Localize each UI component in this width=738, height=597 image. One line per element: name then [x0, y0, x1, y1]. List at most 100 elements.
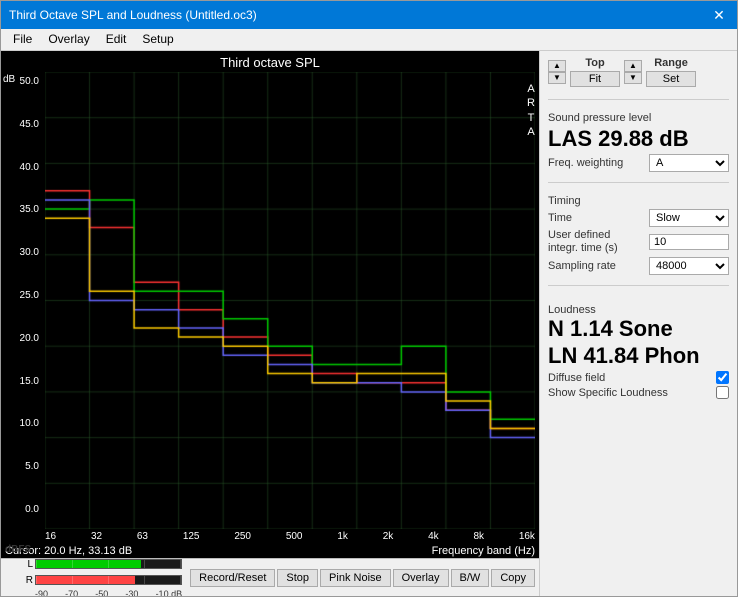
- y-label-5: 5.0: [3, 461, 43, 472]
- tick-30: -30: [125, 589, 138, 596]
- stop-button[interactable]: Stop: [277, 569, 318, 587]
- main-window: Third Octave SPL and Loudness (Untitled.…: [0, 0, 738, 597]
- y-label-0: 0.0: [3, 504, 43, 515]
- timing-section: Timing Time Slow Fast Impulse User defin…: [548, 191, 729, 277]
- x-label-1k: 1k: [337, 531, 348, 542]
- freq-weighting-row: Freq. weighting A C Z: [548, 154, 729, 172]
- tick-50: -50: [95, 589, 108, 596]
- sampling-rate-select[interactable]: 44100 48000 96000: [649, 257, 729, 275]
- range-down-button[interactable]: ▼: [624, 72, 642, 84]
- x-label-8k: 8k: [473, 531, 484, 542]
- record-reset-button[interactable]: Record/Reset: [190, 569, 275, 587]
- freq-weighting-label: Freq. weighting: [548, 157, 623, 169]
- level-row-r: R: [5, 573, 182, 587]
- level-bar-row: dBFS L: [1, 558, 539, 596]
- r-label: R: [5, 575, 33, 586]
- x-label-16: 16: [45, 531, 56, 542]
- top-up-button[interactable]: ▲: [548, 60, 566, 72]
- y-axis: dB 50.0 45.0 40.0 35.0 30.0 25.0 20.0 15…: [1, 72, 45, 529]
- spl-value: LAS 29.88 dB: [548, 126, 729, 152]
- user-defined-input[interactable]: [649, 234, 729, 250]
- main-content: Third octave SPL dB 50.0 45.0 40.0 35.0 …: [1, 51, 737, 596]
- y-label-40: 40.0: [3, 162, 43, 173]
- chart-canvas-wrapper: dB 50.0 45.0 40.0 35.0 30.0 25.0 20.0 15…: [1, 72, 539, 529]
- fit-button[interactable]: Fit: [570, 71, 620, 87]
- diffuse-field-checkbox[interactable]: [716, 371, 729, 384]
- divider-3: [548, 285, 729, 286]
- show-specific-label: Show Specific Loudness: [548, 387, 668, 399]
- y-label-20: 20.0: [3, 333, 43, 344]
- top-spin: ▲ ▼: [548, 60, 566, 84]
- time-label: Time: [548, 212, 572, 224]
- diffuse-field-label: Diffuse field: [548, 372, 605, 384]
- menu-overlay[interactable]: Overlay: [40, 31, 97, 48]
- x-label-125: 125: [183, 531, 200, 542]
- level-bar-container: dBFS L: [5, 544, 182, 596]
- top-group: Top Fit: [570, 57, 620, 87]
- sampling-rate-row: Sampling rate 44100 48000 96000: [548, 257, 729, 275]
- chart-title: Third octave SPL: [1, 51, 539, 72]
- top-range-controls: ▲ ▼ Top Fit ▲ ▼ Range Set: [548, 57, 729, 87]
- bw-button[interactable]: B/W: [451, 569, 490, 587]
- y-label-25: 25.0: [3, 290, 43, 301]
- menu-file[interactable]: File: [5, 31, 40, 48]
- y-label-30: 30.0: [3, 247, 43, 258]
- n-value: N 1.14 Sone: [548, 316, 729, 342]
- copy-button[interactable]: Copy: [491, 569, 535, 587]
- user-defined-label: User definedintegr. time (s): [548, 229, 618, 255]
- chart-area: Third octave SPL dB 50.0 45.0 40.0 35.0 …: [1, 51, 539, 596]
- right-panel: ▲ ▼ Top Fit ▲ ▼ Range Set Sou: [539, 51, 737, 596]
- menu-setup[interactable]: Setup: [134, 31, 181, 48]
- y-label-45: 45.0: [3, 119, 43, 130]
- y-label-10: 10.0: [3, 418, 43, 429]
- x-label-2k: 2k: [383, 531, 394, 542]
- x-label-16k: 16k: [519, 531, 535, 542]
- db-label: dB: [3, 74, 15, 85]
- ln-value: LN 41.84 Phon: [548, 343, 729, 369]
- divider-1: [548, 99, 729, 100]
- y-label-35: 35.0: [3, 204, 43, 215]
- spl-section-label: Sound pressure level: [548, 112, 729, 124]
- spl-section: Sound pressure level LAS 29.88 dB Freq. …: [548, 108, 729, 174]
- range-group: Range Set: [646, 57, 696, 87]
- dbfs-label: dBFS: [5, 544, 31, 555]
- freq-band-label: Frequency band (Hz): [432, 545, 535, 557]
- pink-noise-button[interactable]: Pink Noise: [320, 569, 391, 587]
- sampling-rate-label: Sampling rate: [548, 260, 616, 272]
- chart-canvas[interactable]: [45, 72, 535, 529]
- timing-label: Timing: [548, 195, 729, 207]
- x-label-63: 63: [137, 531, 148, 542]
- close-button[interactable]: ✕: [709, 5, 729, 25]
- time-select[interactable]: Slow Fast Impulse: [649, 209, 729, 227]
- loudness-section-label: Loudness: [548, 304, 729, 316]
- time-row: Time Slow Fast Impulse: [548, 209, 729, 227]
- show-specific-row: Show Specific Loudness: [548, 386, 729, 399]
- show-specific-checkbox[interactable]: [716, 386, 729, 399]
- range-spin: ▲ ▼: [624, 60, 642, 84]
- y-label-15: 15.0: [3, 376, 43, 387]
- tick-70: -70: [65, 589, 78, 596]
- menu-edit[interactable]: Edit: [98, 31, 135, 48]
- user-defined-row: User definedintegr. time (s): [548, 229, 729, 255]
- menu-bar: File Overlay Edit Setup: [1, 29, 737, 51]
- x-label-4k: 4k: [428, 531, 439, 542]
- range-label: Range: [654, 57, 688, 69]
- divider-2: [548, 182, 729, 183]
- x-label-32: 32: [91, 531, 102, 542]
- overlay-button[interactable]: Overlay: [393, 569, 449, 587]
- x-axis: 16 32 63 125 250 500 1k 2k 4k 8k 16k: [1, 529, 539, 544]
- tick-90: -90: [35, 589, 48, 596]
- loudness-section: Loudness N 1.14 Sone LN 41.84 Phon Diffu…: [548, 300, 729, 401]
- x-label-250: 250: [234, 531, 251, 542]
- l-label: L: [5, 559, 33, 570]
- x-label-500: 500: [286, 531, 303, 542]
- bottom-buttons: Record/Reset Stop Pink Noise Overlay B/W…: [190, 569, 535, 587]
- tick-10db: -10 dB: [156, 589, 183, 596]
- range-up-button[interactable]: ▲: [624, 60, 642, 72]
- set-button[interactable]: Set: [646, 71, 696, 87]
- top-down-button[interactable]: ▼: [548, 72, 566, 84]
- diffuse-field-row: Diffuse field: [548, 371, 729, 384]
- freq-weighting-select[interactable]: A C Z: [649, 154, 729, 172]
- window-title: Third Octave SPL and Loudness (Untitled.…: [9, 8, 257, 22]
- arta-label: ARTA: [527, 82, 535, 139]
